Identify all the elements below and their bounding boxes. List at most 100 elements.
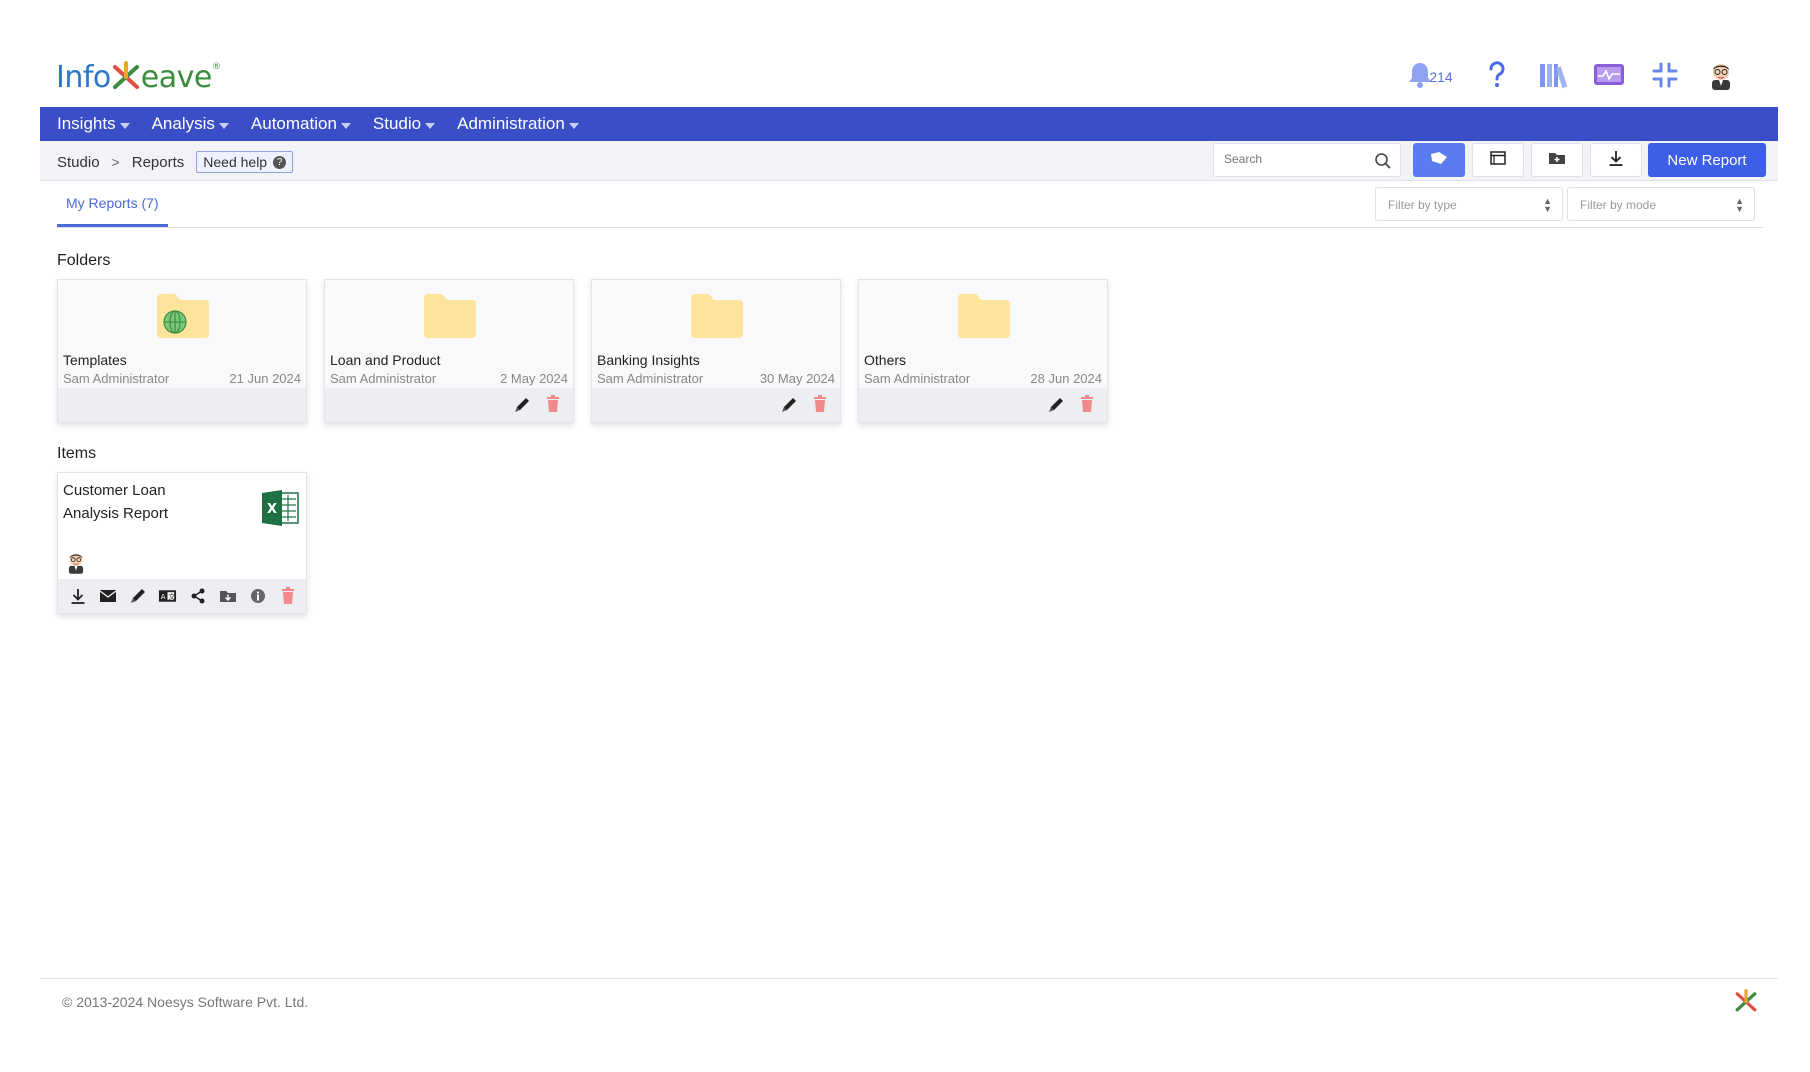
filter-by-mode-select[interactable]: Filter by mode ▲ ▼ bbox=[1567, 187, 1755, 221]
nav-administration[interactable]: Administration bbox=[457, 114, 579, 134]
report-actions: A文 bbox=[58, 579, 306, 613]
download-icon[interactable] bbox=[68, 587, 87, 606]
caret-down-icon bbox=[568, 122, 579, 129]
notification-count: 214 bbox=[1429, 69, 1453, 85]
download-icon bbox=[1608, 150, 1624, 171]
folders-heading: Folders bbox=[57, 252, 111, 269]
folder-icon bbox=[689, 292, 745, 345]
nav-studio[interactable]: Studio bbox=[373, 114, 436, 134]
globe-folder-icon bbox=[155, 292, 211, 345]
infoveave-logo[interactable]: Info eave® bbox=[56, 60, 221, 95]
caret-down-icon bbox=[425, 122, 436, 129]
folder-owner: Sam Administrator bbox=[330, 371, 437, 386]
question-icon bbox=[1487, 60, 1507, 94]
caret-down-icon bbox=[119, 122, 130, 129]
share-icon[interactable] bbox=[188, 587, 207, 606]
folder-owner: Sam Administrator bbox=[597, 371, 704, 386]
caret-down-icon bbox=[218, 122, 229, 129]
page-toolbar: Studio > Reports Need help? New Report bbox=[40, 141, 1778, 181]
tab-my-reports[interactable]: My Reports (7) bbox=[57, 181, 168, 227]
folder-name: Others bbox=[864, 352, 907, 368]
folder-card[interactable]: Templates Sam Administrator 21 Jun 2024 bbox=[57, 279, 307, 423]
folder-card-footer bbox=[58, 388, 306, 422]
folder-card[interactable]: Others Sam Administrator 28 Jun 2024 bbox=[858, 279, 1108, 423]
breadcrumb-separator: > bbox=[111, 154, 120, 170]
breadcrumb-studio[interactable]: Studio bbox=[57, 154, 100, 171]
books-icon bbox=[1538, 61, 1568, 94]
svg-text:A: A bbox=[161, 593, 166, 601]
delete-trash-icon[interactable] bbox=[545, 395, 561, 418]
report-title: Customer Loan Analysis Report bbox=[63, 482, 169, 522]
breadcrumb: Studio > Reports Need help? bbox=[57, 151, 294, 173]
folder-date: 21 Jun 2024 bbox=[229, 371, 301, 386]
folder-date: 28 Jun 2024 bbox=[1030, 371, 1102, 386]
monitor-pulse-icon bbox=[1593, 62, 1625, 93]
breadcrumb-reports: Reports bbox=[131, 153, 185, 171]
tab-bar: My Reports (7) Filter by type ▲ ▼ Filter … bbox=[57, 181, 1763, 228]
caret-down-icon bbox=[340, 122, 351, 129]
svg-text:X: X bbox=[267, 502, 277, 517]
nav-insights[interactable]: Insights bbox=[57, 114, 130, 134]
help-question-icon: ? bbox=[273, 155, 287, 169]
folder-owner: Sam Administrator bbox=[63, 371, 170, 386]
window-icon bbox=[1490, 150, 1506, 170]
download-button[interactable] bbox=[1590, 143, 1642, 177]
main-nav: Insights Analysis Automation Studio Admi… bbox=[40, 107, 1778, 141]
folder-plus-icon bbox=[1548, 151, 1566, 170]
folder-card[interactable]: Banking Insights Sam Administrator 30 Ma… bbox=[591, 279, 841, 423]
help-button[interactable] bbox=[1480, 60, 1514, 94]
logo-mark-icon bbox=[111, 61, 141, 91]
svg-text:文: 文 bbox=[168, 592, 175, 601]
delete-trash-icon[interactable] bbox=[812, 395, 828, 418]
folder-date: 2 May 2024 bbox=[500, 371, 568, 386]
new-report-button[interactable]: New Report bbox=[1648, 143, 1766, 177]
folder-date: 30 May 2024 bbox=[759, 371, 835, 386]
edit-pencil-icon[interactable] bbox=[128, 587, 147, 606]
new-folder-button[interactable] bbox=[1531, 143, 1583, 177]
search-field[interactable] bbox=[1213, 143, 1401, 177]
notifications-button[interactable]: 214 bbox=[1402, 60, 1458, 94]
folder-owner: Sam Administrator bbox=[864, 371, 971, 386]
sort-arrows-icon: ▲ ▼ bbox=[1735, 196, 1744, 214]
avatar-icon bbox=[1707, 60, 1735, 95]
collapse-fullscreen-button[interactable] bbox=[1648, 60, 1682, 94]
edit-pencil-icon[interactable] bbox=[780, 396, 798, 419]
tag-icon bbox=[1429, 150, 1449, 171]
owner-avatar-icon bbox=[65, 549, 87, 580]
sort-arrows-icon: ▲ ▼ bbox=[1543, 196, 1552, 214]
move-to-folder-icon[interactable] bbox=[218, 587, 237, 606]
library-button[interactable] bbox=[1536, 60, 1570, 94]
folder-card-footer bbox=[325, 388, 573, 422]
user-avatar[interactable] bbox=[1704, 60, 1738, 94]
tile-view-button[interactable] bbox=[1413, 143, 1465, 177]
search-icon[interactable] bbox=[1374, 152, 1392, 175]
need-help-button[interactable]: Need help? bbox=[196, 151, 294, 173]
excel-icon: X bbox=[260, 489, 300, 532]
items-heading: Items bbox=[57, 445, 97, 462]
email-icon[interactable] bbox=[98, 587, 117, 606]
folder-name: Banking Insights bbox=[597, 352, 700, 368]
list-view-button[interactable] bbox=[1472, 143, 1524, 177]
folder-card-footer bbox=[592, 388, 840, 422]
delete-trash-icon[interactable] bbox=[278, 587, 297, 606]
folder-icon bbox=[956, 292, 1012, 345]
shrink-icon bbox=[1652, 62, 1678, 93]
translate-icon[interactable]: A文 bbox=[158, 587, 177, 606]
info-icon[interactable] bbox=[248, 587, 267, 606]
delete-trash-icon[interactable] bbox=[1079, 395, 1095, 418]
search-input[interactable] bbox=[1224, 152, 1364, 166]
activity-monitor-button[interactable] bbox=[1592, 60, 1626, 94]
logo-mark-icon bbox=[1734, 989, 1758, 1018]
folder-name: Loan and Product bbox=[330, 352, 441, 368]
edit-pencil-icon[interactable] bbox=[513, 396, 531, 419]
nav-automation[interactable]: Automation bbox=[251, 114, 351, 134]
folder-card-footer bbox=[859, 388, 1107, 422]
nav-analysis[interactable]: Analysis bbox=[152, 114, 229, 134]
edit-pencil-icon[interactable] bbox=[1047, 396, 1065, 419]
folder-icon bbox=[422, 292, 478, 345]
copyright-text: © 2013-2024 Noesys Software Pvt. Ltd. bbox=[62, 994, 309, 1010]
folder-card[interactable]: Loan and Product Sam Administrator 2 May… bbox=[324, 279, 574, 423]
filter-by-type-select[interactable]: Filter by type ▲ ▼ bbox=[1375, 187, 1563, 221]
report-item-card[interactable]: Customer Loan Analysis Report X A文 bbox=[57, 472, 307, 614]
folder-name: Templates bbox=[63, 352, 127, 368]
